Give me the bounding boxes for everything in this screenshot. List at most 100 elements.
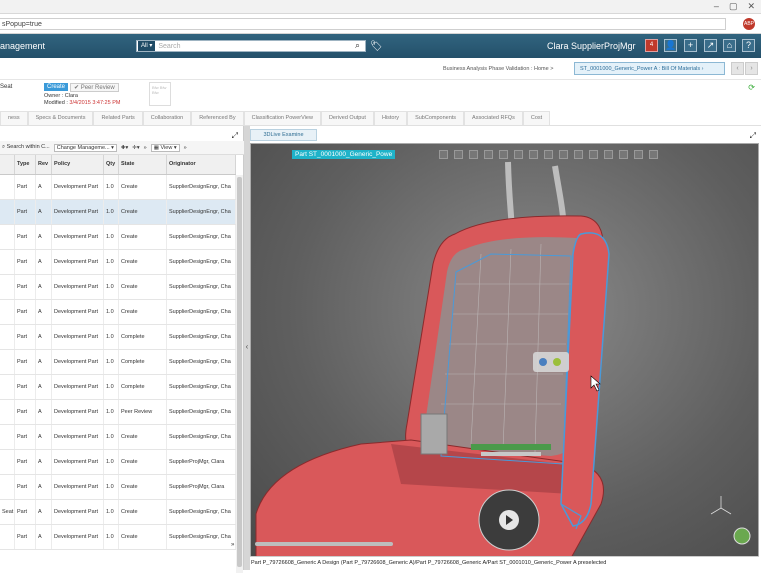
maximize-icon[interactable]: ▢ <box>729 1 738 12</box>
column-header[interactable]: Rev <box>36 155 52 174</box>
global-search[interactable]: All ▾ Search ⌕ <box>136 40 366 52</box>
search-input[interactable]: Search <box>158 43 355 50</box>
table-cell: Complete <box>119 325 167 349</box>
tab-item[interactable]: Associated RFQs <box>464 111 523 125</box>
minimize-icon[interactable]: – <box>714 1 719 12</box>
tool-icon[interactable] <box>604 150 613 159</box>
refresh-icon[interactable]: ⟳ <box>748 83 755 92</box>
owner-text: Owner : Clara <box>44 93 78 99</box>
tag-icon[interactable]: 🏷 <box>370 41 383 52</box>
tab-item[interactable]: Related Parts <box>93 111 143 125</box>
home-icon[interactable]: ⌂ <box>723 39 736 52</box>
3d-viewer[interactable]: Part ST_0001000_Generic_Powe <box>250 143 759 557</box>
column-header[interactable]: Originator <box>167 155 236 174</box>
table-cell: 1.0 <box>104 300 119 324</box>
search-within-field[interactable]: ⌕ Search within C... <box>2 144 50 151</box>
user-name[interactable]: Clara SupplierProjMgr <box>547 41 636 51</box>
back-arrow-icon[interactable]: ‹ <box>731 62 744 75</box>
tab-item[interactable]: Specs & Documents <box>27 111 94 125</box>
expand-viewer-icon[interactable]: ⤢ <box>750 131 756 141</box>
tool-icon[interactable] <box>499 150 508 159</box>
seat-3d-model[interactable] <box>251 144 759 557</box>
tab-3dlive-examine[interactable]: 3DLive Examine <box>250 129 317 141</box>
extension-icon[interactable]: ABP <box>743 18 755 30</box>
table-row[interactable]: Part A Development Part 1.0 Create SupplierDe… <box>0 275 236 300</box>
tool-icon[interactable] <box>484 150 493 159</box>
tool-icon[interactable] <box>439 150 448 159</box>
column-header[interactable]: Qty <box>104 155 119 174</box>
tool-icon[interactable] <box>649 150 658 159</box>
table-row[interactable]: Part A Development Part 1.0 Create SupplierPr… <box>0 475 236 500</box>
table-cell: 1.0 <box>104 200 119 224</box>
table-row[interactable]: Part A Development Part 1.0 Create SupplierDe… <box>0 200 236 225</box>
table-cell: Part <box>15 525 36 549</box>
tab-item[interactable]: History <box>373 111 408 125</box>
column-header[interactable]: State <box>119 155 167 174</box>
tool-icon[interactable] <box>544 150 553 159</box>
view-dropdown[interactable]: ▦ View ▾ <box>150 143 180 152</box>
tool-icon[interactable] <box>559 150 568 159</box>
tab-item[interactable]: Classification PowerView <box>243 111 321 125</box>
tool-icon[interactable] <box>454 150 463 159</box>
url-field[interactable]: sPopup=true <box>0 18 726 30</box>
table-row[interactable]: Part A Development Part 1.0 Create SupplierDe… <box>0 425 236 450</box>
tab-item[interactable]: ness <box>0 111 28 125</box>
expand-panel-icon[interactable]: ⤢ <box>232 131 238 141</box>
table-row[interactable]: Part A Development Part 1.0 Create SupplierDe… <box>0 250 236 275</box>
table-cell: Development Part <box>52 400 104 424</box>
forward-arrow-icon[interactable]: › <box>745 62 758 75</box>
tool-icon[interactable] <box>469 150 478 159</box>
tab-item[interactable]: Cost <box>522 111 551 125</box>
lifecycle-next-state[interactable]: ✔ Peer Review <box>70 83 119 92</box>
table-row[interactable]: Part A Development Part 1.0 Create SupplierPr… <box>0 450 236 475</box>
table-row[interactable]: Seat Part A Development Part 1.0 Create Suppli… <box>0 500 236 525</box>
tool-icon[interactable] <box>529 150 538 159</box>
table-row[interactable]: Part A Development Part 1.0 Create SupplierDe… <box>0 525 236 550</box>
breadcrumb[interactable]: Business Analysis Phase Validation : Hom… <box>443 66 553 72</box>
lifecycle-current-state[interactable]: Create <box>44 83 69 91</box>
add-icon[interactable]: + <box>684 39 697 52</box>
profile-icon[interactable]: 👤 <box>664 39 677 52</box>
add-icon[interactable]: ✛▾ <box>132 145 139 151</box>
tab-item[interactable]: Derived Output <box>320 111 374 125</box>
insert-icon[interactable]: ✚▾ <box>121 145 128 151</box>
table-cell <box>0 350 15 374</box>
object-thumbnail[interactable]: Bfw Bfw Bfw <box>149 82 171 106</box>
notification-badge[interactable]: 4 <box>645 39 658 52</box>
table-cell: SupplierProjMgr, Clara <box>167 475 236 499</box>
column-header[interactable]: Policy <box>52 155 104 174</box>
table-row[interactable]: Part A Development Part 1.0 Complete Supplier… <box>0 350 236 375</box>
table-cell: A <box>36 250 52 274</box>
context-button[interactable]: ST_0001000_Generic_Power A : Bill Of Mat… <box>574 62 725 75</box>
column-header[interactable]: Type <box>15 155 36 174</box>
share-icon[interactable]: ↗ <box>704 39 717 52</box>
tool-icon[interactable] <box>619 150 628 159</box>
help-icon[interactable]: ? <box>742 39 755 52</box>
change-management-dropdown[interactable]: Change Manageme... ▾ <box>53 143 117 152</box>
table-row[interactable]: Part A Development Part 1.0 Complete Supplier… <box>0 325 236 350</box>
search-scope-dropdown[interactable]: All ▾ <box>138 41 156 51</box>
table-row[interactable]: Part A Development Part 1.0 Complete Supplier… <box>0 375 236 400</box>
close-icon[interactable]: ✕ <box>747 1 755 12</box>
tab-item[interactable]: SubComponents <box>407 111 465 125</box>
tool-icon[interactable] <box>514 150 523 159</box>
more-icon[interactable]: » <box>184 145 187 151</box>
column-header[interactable] <box>0 155 15 174</box>
tab-item[interactable]: Referenced By <box>191 111 244 125</box>
more-icon[interactable]: » <box>144 145 147 151</box>
tool-icon[interactable] <box>589 150 598 159</box>
table-row[interactable]: Part A Development Part 1.0 Create SupplierDe… <box>0 300 236 325</box>
tab-item[interactable]: Collaboration <box>142 111 192 125</box>
vertical-scrollbar[interactable] <box>236 175 243 573</box>
table-cell: SupplierDesignEngr, Cha <box>167 225 236 249</box>
table-row[interactable]: Part A Development Part 1.0 Create SupplierDe… <box>0 175 236 200</box>
scroll-chevron-icon[interactable]: » <box>231 542 234 548</box>
tool-icon[interactable] <box>574 150 583 159</box>
table-cell: Part <box>15 175 36 199</box>
tool-icon[interactable] <box>634 150 643 159</box>
scrollbar-thumb[interactable] <box>237 177 242 567</box>
table-row[interactable]: Part A Development Part 1.0 Peer Review Suppl… <box>0 400 236 425</box>
search-icon[interactable]: ⌕ <box>355 41 365 51</box>
table-row[interactable]: Part A Development Part 1.0 Create SupplierDe… <box>0 225 236 250</box>
browser-tab-bar: – ▢ ✕ <box>0 0 761 14</box>
